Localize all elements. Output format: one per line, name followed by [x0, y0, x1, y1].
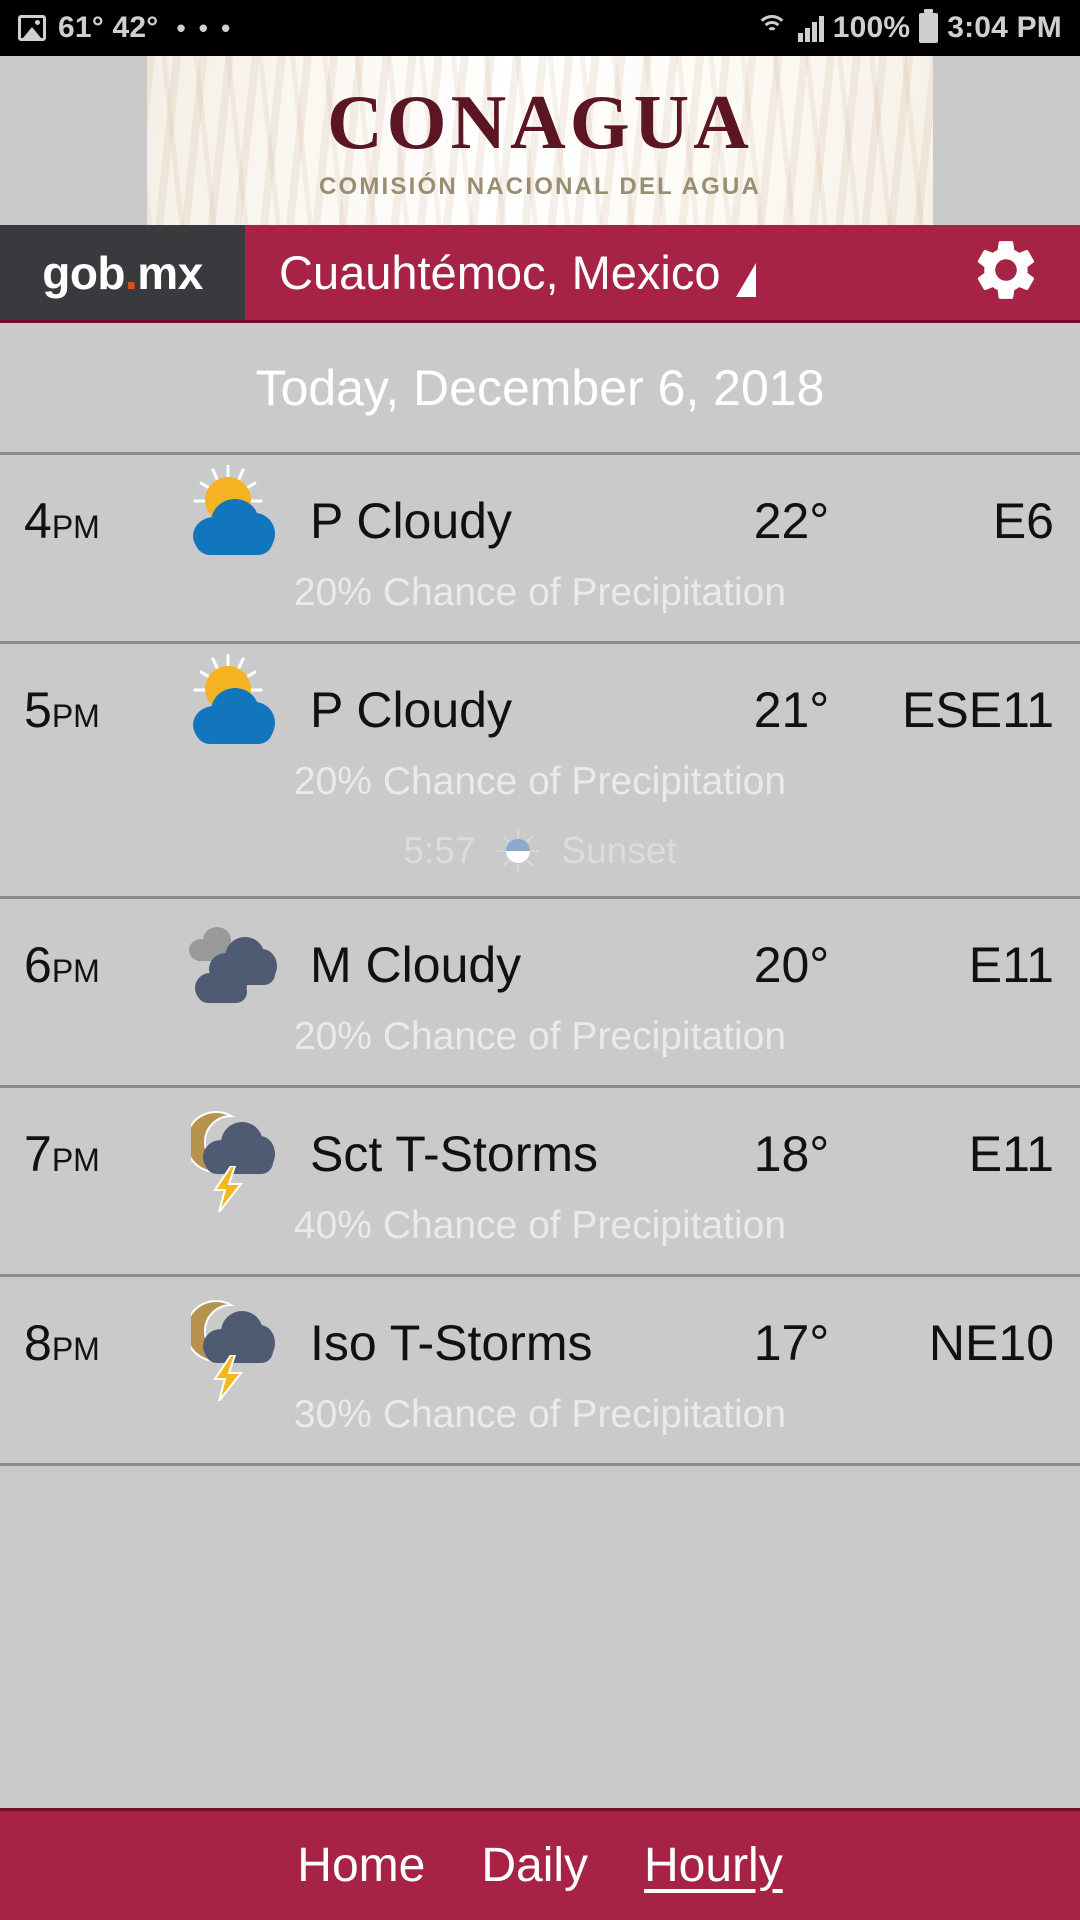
bottom-nav: Home Daily Hourly — [0, 1808, 1080, 1920]
condition-icon-cell — [174, 1293, 292, 1401]
condition-icon-cell — [174, 654, 292, 760]
hour-label: 7PM — [24, 1125, 174, 1183]
partly-cloudy-day-icon — [183, 654, 283, 760]
hour-label: 5PM — [24, 681, 174, 739]
condition-icon-cell — [174, 915, 292, 1015]
sunset-event-row: 5:57 Sunset — [0, 830, 1080, 896]
precipitation-label: 20% Chance of Precipitation — [293, 760, 787, 803]
app-navbar: gob. mx Cuauhtémoc, Mexico — [0, 225, 1080, 323]
hour-label: 8PM — [24, 1314, 174, 1372]
location-label: Cuauhtémoc, Mexico — [279, 246, 721, 299]
thunderstorm-night-icon — [183, 1104, 283, 1212]
conagua-subtitle: COMISIÓN NACIONAL DEL AGUA — [318, 173, 762, 200]
wind-value: E11 — [968, 1126, 1054, 1182]
partly-cloudy-day-icon — [183, 465, 283, 571]
thunderstorm-night-icon — [183, 1293, 283, 1401]
conagua-banner: CONAGUA COMISIÓN NACIONAL DEL AGUA — [0, 56, 1080, 225]
hour-value: 6 — [24, 937, 52, 993]
precipitation-label: 20% Chance of Precipitation — [293, 1015, 787, 1058]
hour-label: 4PM — [24, 492, 174, 550]
conagua-banner-inner: CONAGUA COMISIÓN NACIONAL DEL AGUA — [147, 56, 933, 225]
condition-label: P Cloudy — [310, 682, 512, 738]
hourly-row[interactable]: 4PM P Cloudy 22° E6 20% Chance of Precip… — [0, 455, 1080, 644]
sunset-time: 5:57 — [403, 830, 476, 871]
hourly-row[interactable]: 5PM P Cloudy 21° ESE11 20% Chance of Pre… — [0, 644, 1080, 899]
hourly-forecast-list: 4PM P Cloudy 22° E6 20% Chance of Precip… — [0, 455, 1080, 1466]
hour-meridiem: PM — [51, 509, 100, 545]
hour-value: 5 — [24, 682, 52, 738]
conagua-title: CONAGUA — [327, 79, 753, 165]
hourly-row[interactable]: 7PM Sct T-Storms 18° E11 40% Chance of P… — [0, 1088, 1080, 1277]
precipitation-label: 30% Chance of Precipitation — [293, 1393, 787, 1436]
status-bar-temps: 61° 42° — [58, 11, 159, 44]
hourly-row[interactable]: 8PM Iso T-Storms 17° NE10 30% Chance of … — [0, 1277, 1080, 1466]
dropdown-caret-icon[interactable] — [736, 262, 757, 297]
gobmx-suffix: mx — [137, 246, 203, 299]
cloud-shape-front — [209, 937, 277, 985]
bottom-nav-daily[interactable]: Daily — [481, 1838, 588, 1893]
precipitation-label: 20% Chance of Precipitation — [293, 571, 787, 614]
sunset-label: Sunset — [561, 830, 677, 871]
temperature-value: 18° — [753, 1126, 830, 1182]
hour-value: 8 — [24, 1315, 52, 1371]
precipitation-label: 40% Chance of Precipitation — [293, 1204, 787, 1247]
cloud-shape — [197, 503, 271, 551]
condition-icon-cell — [174, 465, 292, 571]
gobmx-dot: . — [125, 246, 138, 299]
temperature-value: 22° — [753, 493, 830, 549]
gobmx-label: gob — [42, 246, 126, 299]
condition-label: M Cloudy — [310, 937, 522, 993]
status-bar-overflow-icon: • • • — [176, 12, 234, 43]
hourly-row-main: 5PM P Cloudy 21° ESE11 — [0, 644, 1080, 776]
bottom-nav-home[interactable]: Home — [297, 1838, 425, 1893]
battery-icon — [919, 9, 939, 43]
image-icon — [18, 15, 46, 41]
hourly-row-main: 4PM P Cloudy 22° E6 — [0, 455, 1080, 587]
sunset-icon — [497, 830, 540, 872]
hour-meridiem: PM — [51, 698, 100, 734]
temperature-value: 20° — [753, 937, 830, 993]
status-bar-clock: 3:04 PM — [947, 11, 1062, 44]
location-bar[interactable]: Cuauhtémoc, Mexico — [245, 225, 1080, 320]
status-bar-right: 100% 3:04 PM — [755, 9, 1062, 45]
hourly-row[interactable]: 6PM M Cloudy 20° E11 20% Chance of Preci… — [0, 899, 1080, 1088]
hourly-row-main: 6PM M Cloudy 20° E11 — [0, 899, 1080, 1031]
temperature-value: 21° — [753, 682, 830, 738]
hour-meridiem: PM — [51, 1142, 100, 1178]
wind-value: E6 — [992, 493, 1054, 549]
condition-label: Sct T-Storms — [310, 1126, 599, 1182]
gobmx-logo[interactable]: gob. mx — [0, 225, 245, 320]
condition-label: Iso T-Storms — [310, 1315, 593, 1371]
hourly-row-main: 7PM Sct T-Storms 18° E11 — [0, 1088, 1080, 1220]
gear-icon[interactable] — [970, 234, 1042, 311]
hour-value: 7 — [24, 1126, 52, 1182]
hour-meridiem: PM — [51, 953, 100, 989]
wind-value: NE10 — [928, 1315, 1054, 1371]
temperature-value: 17° — [753, 1315, 830, 1371]
date-header: Today, December 6, 2018 — [0, 323, 1080, 455]
mostly-cloudy-icon — [183, 915, 283, 1015]
wind-value: ESE11 — [902, 682, 1054, 738]
hourly-row-main: 8PM Iso T-Storms 17° NE10 — [0, 1277, 1080, 1409]
signal-icon — [797, 14, 824, 42]
bottom-nav-hourly[interactable]: Hourly — [644, 1838, 783, 1893]
hour-label: 6PM — [24, 936, 174, 994]
cloud-shape — [197, 692, 271, 740]
wifi-icon — [755, 13, 789, 43]
condition-label: P Cloudy — [310, 493, 512, 549]
battery-percent: 100% — [832, 11, 911, 44]
status-bar-left: 61° 42° • • • — [18, 11, 233, 45]
condition-icon-cell — [174, 1104, 292, 1212]
hour-value: 4 — [24, 493, 52, 549]
wind-value: E11 — [968, 937, 1054, 993]
hour-meridiem: PM — [51, 1331, 100, 1367]
status-bar: 61° 42° • • • 100% 3:04 PM — [0, 0, 1080, 56]
date-header-label: Today, December 6, 2018 — [255, 359, 825, 416]
